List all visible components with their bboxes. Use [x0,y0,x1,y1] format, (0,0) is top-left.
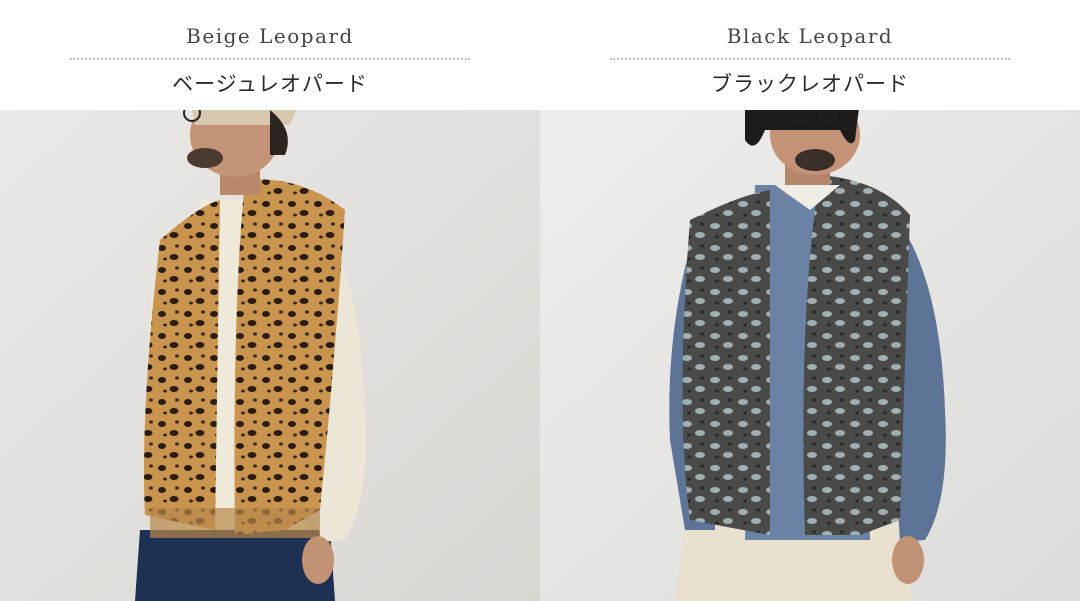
dotted-divider [70,58,470,60]
variant-beige-leopard: Beige Leopard ベージュレオパード [0,0,540,601]
variant-name-jp: ベージュレオパード [172,72,368,96]
variant-name-en: Beige Leopard [186,24,354,48]
variant-header: Beige Leopard ベージュレオパード [0,0,540,110]
dotted-divider [610,58,1010,60]
variant-name-jp: ブラックレオパード [711,72,909,96]
product-photo-beige-leopard [0,110,540,601]
variant-header: Black Leopard ブラックレオパード [540,0,1080,110]
variant-black-leopard: Black Leopard ブラックレオパード [540,0,1080,601]
product-photo-black-leopard [540,110,1080,601]
variant-name-en: Black Leopard [726,24,894,48]
